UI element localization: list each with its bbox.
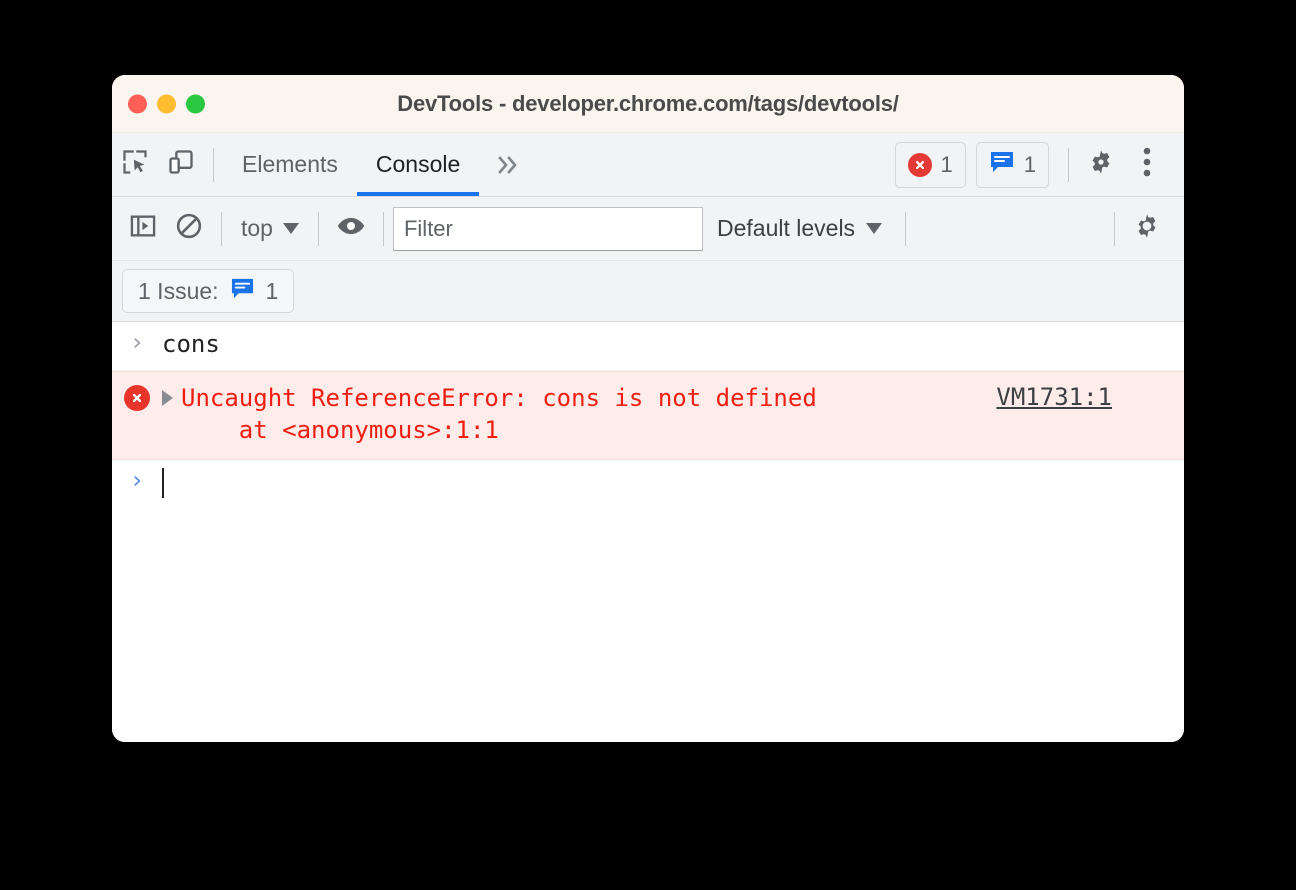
text-caret <box>162 467 164 498</box>
tab-bar-right-controls: 1 1 <box>894 141 1185 188</box>
console-settings-gear-icon <box>1132 211 1162 246</box>
settings-button[interactable] <box>1078 142 1124 188</box>
live-expression-eye-icon <box>336 211 366 246</box>
error-message-line-2: at <anonymous>:1:1 <box>181 416 499 445</box>
issues-count-button[interactable]: 1 <box>975 141 1049 188</box>
issue-speech-bubble-icon <box>989 150 1015 179</box>
console-toolbar-divider-5 <box>1114 211 1115 246</box>
echo-prompt-gutter: › <box>112 329 162 354</box>
console-sidebar-icon <box>129 212 157 245</box>
maximize-window-button[interactable] <box>186 94 205 113</box>
devtools-window: DevTools - developer.chrome.com/tags/dev… <box>112 75 1184 742</box>
minimize-window-button[interactable] <box>157 94 176 113</box>
tab-console[interactable]: Console <box>356 133 480 196</box>
chevron-down-icon <box>866 223 883 234</box>
error-icon-gutter <box>112 382 162 411</box>
error-circle-icon <box>124 385 150 411</box>
panel-tabs: Elements Console <box>223 133 537 196</box>
devtools-tab-bar: Elements Console 1 1 <box>112 133 1184 197</box>
prompt-gutter: › <box>112 467 162 492</box>
prompt-chevron-icon: › <box>129 328 145 356</box>
filter-input[interactable] <box>392 206 703 251</box>
console-toolbar: top Default levels <box>112 197 1184 261</box>
inspect-element-button[interactable] <box>112 142 158 188</box>
issues-bar-count: 1 <box>265 277 279 304</box>
clear-console-button[interactable] <box>166 206 212 252</box>
expand-triangle-icon[interactable] <box>162 390 173 406</box>
issues-bar: 1 Issue: 1 <box>112 261 1184 322</box>
device-toolbar-button[interactable] <box>158 142 204 188</box>
console-toolbar-right <box>1105 206 1184 252</box>
console-error-row-wrap: Uncaught ReferenceError: cons is not def… <box>112 371 1184 460</box>
console-settings-button[interactable] <box>1124 206 1170 252</box>
live-expression-button[interactable] <box>328 206 374 252</box>
toolbar-divider <box>213 147 214 182</box>
error-message-line-1: Uncaught ReferenceError: cons is not def… <box>181 384 817 412</box>
error-source-link[interactable]: VM1731:1 <box>996 383 1112 411</box>
error-circle-icon <box>907 152 932 177</box>
kebab-menu-icon <box>1142 146 1152 183</box>
issue-speech-bubble-icon <box>230 277 255 305</box>
console-toolbar-divider-2 <box>317 211 319 246</box>
title-bar: DevTools - developer.chrome.com/tags/dev… <box>112 75 1184 133</box>
device-toolbar-icon <box>167 148 195 181</box>
inspect-element-icon <box>121 148 149 181</box>
execution-context-selector[interactable]: top <box>231 207 309 251</box>
gear-icon <box>1086 147 1116 182</box>
error-count: 1 <box>940 151 953 177</box>
console-echo-row: › cons <box>112 322 1184 371</box>
console-output[interactable]: › cons Uncaught ReferenceError: cons is … <box>112 322 1184 742</box>
double-chevron-right-icon <box>498 155 517 174</box>
window-title: DevTools - developer.chrome.com/tags/dev… <box>397 90 899 116</box>
clear-console-icon <box>175 212 203 245</box>
chevron-down-icon <box>282 223 299 234</box>
issue-count: 1 <box>1023 151 1036 177</box>
console-prompt-row[interactable]: › <box>112 460 1184 512</box>
console-toolbar-divider-3 <box>382 211 384 246</box>
error-message: Uncaught ReferenceError: cons is not def… <box>181 382 817 447</box>
toolbar-divider-right <box>1068 147 1069 182</box>
main-menu-button[interactable] <box>1124 142 1170 188</box>
tab-elements[interactable]: Elements <box>223 133 357 196</box>
issues-button[interactable]: 1 Issue: 1 <box>122 269 295 313</box>
error-count-button[interactable]: 1 <box>894 141 966 188</box>
execution-context-label: top <box>241 215 273 241</box>
more-tabs-button[interactable] <box>479 133 537 196</box>
log-levels-selector[interactable]: Default levels <box>703 207 896 251</box>
console-toolbar-divider-4 <box>905 211 907 246</box>
console-echo-text: cons <box>162 330 220 358</box>
log-levels-label: Default levels <box>716 215 856 241</box>
console-prompt-input[interactable] <box>162 467 164 505</box>
traffic-lights <box>128 94 205 113</box>
console-toolbar-divider-1 <box>221 211 222 246</box>
issues-label: 1 Issue: <box>138 277 219 304</box>
prompt-chevron-icon: › <box>129 465 145 494</box>
console-sidebar-button[interactable] <box>120 206 166 252</box>
close-window-button[interactable] <box>128 94 147 113</box>
